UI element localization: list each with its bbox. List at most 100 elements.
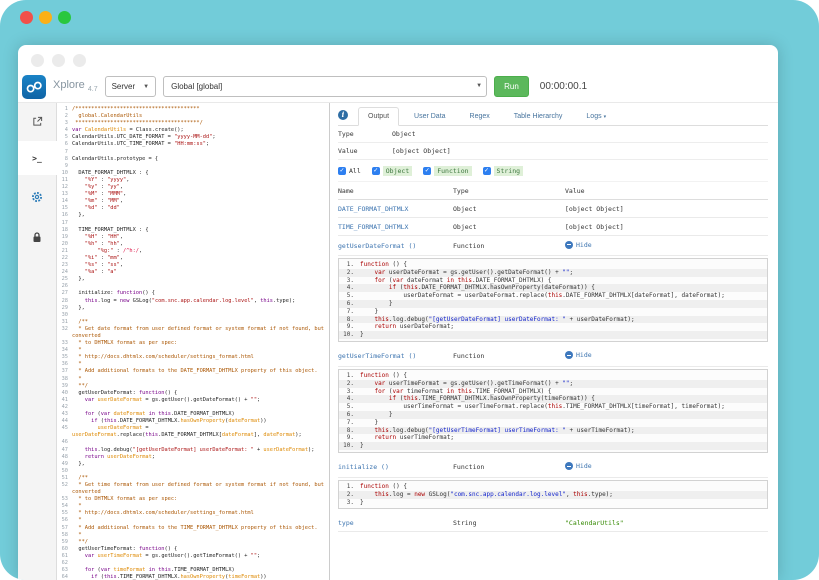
line-number: 36 — [57, 361, 72, 368]
tab-output[interactable]: Output — [358, 107, 399, 126]
result-name-link[interactable]: type — [338, 519, 453, 527]
filter-label: Object — [383, 166, 412, 176]
line-number: 35 — [57, 354, 72, 361]
line-number: 23 — [57, 262, 72, 269]
editor-line: 10 DATE_FORMAT_DHTMLX : { — [57, 170, 329, 177]
line-number: 40 — [57, 390, 72, 397]
editor-line: 11 "%Y" : "yyyy", — [57, 177, 329, 184]
code-line-text: * Get time format from user defined form… — [72, 482, 329, 496]
editor-line: 44 if (this.DATE_FORMAT_DHTMLX.hasOwnPro… — [57, 418, 329, 425]
line-number: 54 — [57, 503, 72, 510]
code-line-text: global.CalendarUtils — [72, 113, 329, 120]
scope-select[interactable]: Server ▼ — [105, 76, 157, 97]
close-window-icon[interactable] — [20, 11, 33, 24]
editor-line: 50 — [57, 468, 329, 475]
line-number: 30 — [57, 312, 72, 319]
zoom-window-icon[interactable] — [58, 11, 71, 24]
open-external-icon — [32, 116, 43, 127]
code-line-text: }, — [72, 276, 329, 283]
sidebar-item-console[interactable]: >_ — [18, 141, 57, 175]
tab-table-hierarchy[interactable]: Table Hierarchy — [505, 108, 572, 125]
line-number: 45 — [57, 425, 72, 439]
editor-line: 60 getUserTimeFormat: function() { — [57, 546, 329, 553]
checkbox-icon[interactable]: ✓ — [423, 167, 431, 175]
filter-object[interactable]: ✓Object — [372, 166, 412, 176]
terminal-icon: >_ — [32, 154, 42, 163]
execution-timer: 00:00:00.1 — [540, 81, 587, 92]
editor-line: 29 }, — [57, 305, 329, 312]
result-name-link[interactable]: TIME_FORMAT_DHTMLX — [338, 223, 453, 231]
traffic-lights — [20, 11, 71, 24]
collapse-minus-icon — [565, 351, 573, 359]
line-number: 10. — [339, 331, 360, 339]
filter-label: String — [494, 166, 523, 176]
line-number: 2. — [339, 380, 360, 388]
result-type: Function — [453, 352, 565, 360]
tab-user-data[interactable]: User Data — [405, 108, 455, 125]
hide-link[interactable]: Hide — [565, 351, 592, 359]
line-number: 62 — [57, 560, 72, 567]
editor-line: 25 }, — [57, 276, 329, 283]
line-number: 63 — [57, 567, 72, 574]
hide-link[interactable]: Hide — [565, 462, 592, 470]
code-block-line: 8. this.log.debug("[getUserTimeFormat] u… — [339, 427, 767, 435]
line-number: 15 — [57, 205, 72, 212]
checkbox-icon[interactable]: ✓ — [372, 167, 380, 175]
result-name-link[interactable]: DATE_FORMAT_DHTMLX — [338, 205, 453, 213]
line-number: 17 — [57, 220, 72, 227]
chevron-down-icon[interactable]: ▼ — [476, 83, 482, 89]
caret-down-icon: ▾ — [604, 114, 607, 120]
code-line-text: "%d" : "dd" — [72, 205, 329, 212]
code-line-text: initialize: function() { — [72, 290, 329, 297]
line-number: 8. — [339, 427, 360, 435]
code-line-text: /** — [72, 475, 329, 482]
checkbox-icon[interactable]: ✓ — [338, 167, 346, 175]
result-type: Object — [453, 205, 565, 213]
editor-line: 52 * Get time format from user defined f… — [57, 482, 329, 496]
table-row: initialize ()FunctionHide — [338, 458, 768, 478]
sidebar-item-settings[interactable] — [18, 183, 57, 211]
code-editor[interactable]: 1/**************************************… — [57, 103, 330, 580]
line-number: 24 — [57, 269, 72, 276]
line-number: 46 — [57, 439, 72, 446]
table-row: DATE_FORMAT_DHTMLXObject[object Object] — [338, 200, 768, 218]
result-name-link[interactable]: initialize () — [338, 463, 453, 471]
sidebar-item-open-external[interactable] — [18, 107, 57, 135]
code-block-line: 3. for (var timeFormat in this.TIME_FORM… — [339, 388, 767, 396]
code-line-text: * Get date format from user defined form… — [72, 326, 329, 340]
code-block-line: 8. this.log.debug("[getUserDateFormat] u… — [339, 316, 767, 324]
code-line-text: var userTimeFormat = gs.getUser().getTim… — [72, 553, 329, 560]
target-input[interactable] — [163, 76, 487, 97]
minimize-window-icon[interactable] — [39, 11, 52, 24]
editor-line: 14 "%m" : "MM", — [57, 198, 329, 205]
line-number: 2 — [57, 113, 72, 120]
tab-logs[interactable]: Logs▾ — [577, 108, 615, 125]
result-name-link[interactable]: getUserDateFormat () — [338, 242, 453, 250]
result-value: [object Object] — [565, 223, 768, 231]
code-line-text: DATE_FORMAT_DHTMLX : { — [72, 170, 329, 177]
filter-function[interactable]: ✓Function — [423, 166, 471, 176]
sidebar-item-security[interactable] — [18, 223, 57, 251]
result-value: Hide — [565, 462, 768, 472]
result-name-link[interactable]: getUserTimeFormat () — [338, 352, 453, 360]
code-line-text: }, — [72, 212, 329, 219]
editor-line: 12 "%y" : "yy", — [57, 184, 329, 191]
line-number: 22 — [57, 255, 72, 262]
scope-select-value: Server — [112, 82, 136, 91]
editor-line: 28 this.log = new GSLog("com.snc.app.cal… — [57, 298, 329, 305]
code-line-text — [72, 312, 329, 319]
tab-regex[interactable]: Regex — [461, 108, 499, 125]
info-icon[interactable]: i — [338, 110, 348, 120]
code-line-text: } — [360, 331, 364, 339]
code-line-text: "%m" : "MM", — [72, 198, 329, 205]
column-header-value: Value — [565, 187, 768, 195]
filter-all[interactable]: ✓All — [338, 167, 361, 175]
run-button[interactable]: Run — [494, 76, 529, 97]
checkbox-icon[interactable]: ✓ — [483, 167, 491, 175]
line-number: 10 — [57, 170, 72, 177]
filter-string[interactable]: ✓String — [483, 166, 523, 176]
code-line-text: userDateFormat = userDateFormat.replace(… — [72, 425, 329, 439]
line-number: 6 — [57, 141, 72, 148]
editor-line: 48 return userDateFormat; — [57, 454, 329, 461]
hide-link[interactable]: Hide — [565, 241, 592, 249]
